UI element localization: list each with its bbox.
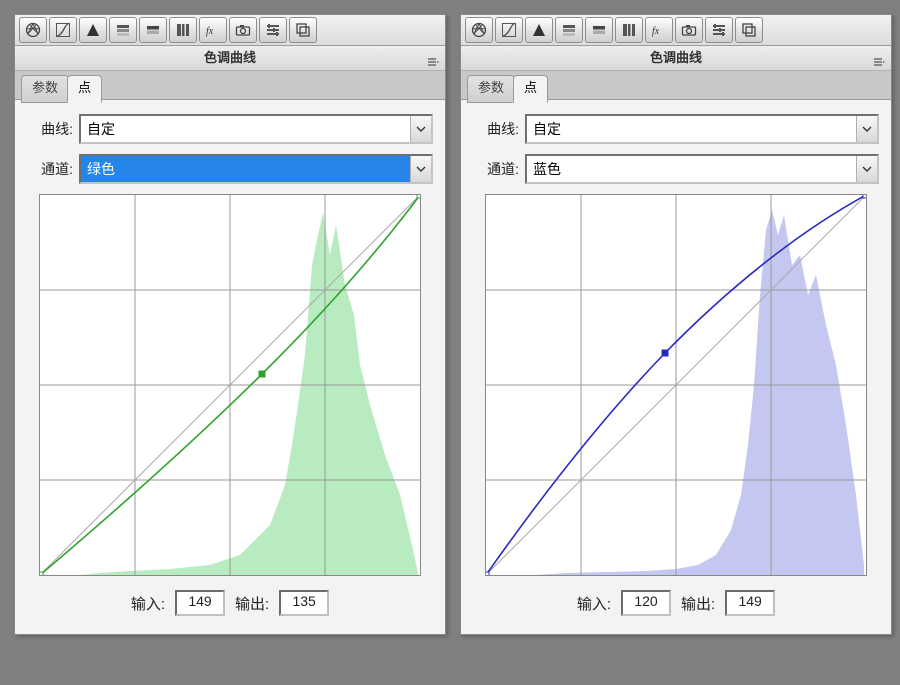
curve-dropdown[interactable]: 自定	[79, 114, 433, 144]
curve-dropdown-value: 自定	[533, 119, 561, 139]
output-label: 输出:	[235, 593, 269, 614]
channel-label: 通道:	[473, 159, 519, 179]
tab-bar: 参数 点	[15, 71, 445, 100]
chevron-down-icon	[856, 156, 877, 182]
split-tone-tool-icon[interactable]	[139, 17, 167, 43]
chevron-down-icon	[410, 116, 431, 142]
panel-title: 色调曲线	[15, 46, 445, 71]
curve-graph[interactable]	[39, 194, 421, 576]
panel-title-text: 色调曲线	[204, 50, 256, 65]
curve-dropdown-value: 自定	[87, 119, 115, 139]
tone-curve-panel-blue: fx 色调曲线 参数 点 曲线: 自定 通道: 蓝色	[460, 14, 892, 635]
curve-field-row: 曲线: 自定	[473, 114, 879, 144]
input-label: 输入:	[131, 593, 165, 614]
tone-curve-tool-icon[interactable]	[49, 17, 77, 43]
curve-dropdown[interactable]: 自定	[525, 114, 879, 144]
split-tone-tool-icon[interactable]	[585, 17, 613, 43]
output-value-box[interactable]: 149	[725, 590, 775, 616]
tab-point[interactable]: 点	[513, 75, 548, 103]
snapshots-tool-icon[interactable]	[289, 17, 317, 43]
panel-body: 曲线: 自定 通道: 绿色	[15, 100, 445, 634]
detail-tool-icon[interactable]	[525, 17, 553, 43]
icon-toolbar: fx	[461, 15, 891, 46]
fx-tool-icon[interactable]: fx	[199, 17, 227, 43]
input-label: 输入:	[577, 593, 611, 614]
io-row: 输入: 149 输出: 135	[27, 590, 433, 616]
panel-menu-icon[interactable]	[873, 52, 885, 64]
icon-toolbar: fx	[15, 15, 445, 46]
aperture-tool-icon[interactable]	[19, 17, 47, 43]
lens-tool-icon[interactable]	[615, 17, 643, 43]
input-value-box[interactable]: 120	[621, 590, 671, 616]
svg-text:fx: fx	[206, 26, 214, 37]
svg-text:fx: fx	[652, 26, 660, 37]
camera-cal-tool-icon[interactable]	[675, 17, 703, 43]
snapshots-tool-icon[interactable]	[735, 17, 763, 43]
channel-label: 通道:	[27, 159, 73, 179]
tone-curve-panel-green: fx 色调曲线 参数 点 曲线: 自定 通道: 绿色	[14, 14, 446, 635]
hsl-tool-icon[interactable]	[109, 17, 137, 43]
chevron-down-icon	[856, 116, 877, 142]
curve-graph[interactable]	[485, 194, 867, 576]
channel-field-row: 通道: 蓝色	[473, 154, 879, 184]
panel-body: 曲线: 自定 通道: 蓝色	[461, 100, 891, 634]
tab-parametric[interactable]: 参数	[21, 75, 69, 103]
channel-dropdown[interactable]: 绿色	[79, 154, 433, 184]
panel-title: 色调曲线	[461, 46, 891, 71]
detail-tool-icon[interactable]	[79, 17, 107, 43]
io-row: 输入: 120 输出: 149	[473, 590, 879, 616]
panel-title-text: 色调曲线	[650, 50, 702, 65]
input-value-box[interactable]: 149	[175, 590, 225, 616]
tab-point[interactable]: 点	[67, 75, 102, 103]
curve-chart-svg	[40, 195, 420, 575]
aperture-tool-icon[interactable]	[465, 17, 493, 43]
channel-dropdown-value: 蓝色	[533, 159, 561, 179]
tab-parametric[interactable]: 参数	[467, 75, 515, 103]
camera-cal-tool-icon[interactable]	[229, 17, 257, 43]
tone-curve-tool-icon[interactable]	[495, 17, 523, 43]
hsl-tool-icon[interactable]	[555, 17, 583, 43]
presets-tool-icon[interactable]	[705, 17, 733, 43]
curve-label: 曲线:	[473, 119, 519, 139]
channel-dropdown-value: 绿色	[87, 159, 115, 179]
curve-label: 曲线:	[27, 119, 73, 139]
channel-field-row: 通道: 绿色	[27, 154, 433, 184]
tab-bar: 参数 点	[461, 71, 891, 100]
curve-chart-svg	[486, 195, 866, 575]
channel-dropdown[interactable]: 蓝色	[525, 154, 879, 184]
presets-tool-icon[interactable]	[259, 17, 287, 43]
fx-tool-icon[interactable]: fx	[645, 17, 673, 43]
output-value-box[interactable]: 135	[279, 590, 329, 616]
chevron-down-icon	[410, 156, 431, 182]
curve-field-row: 曲线: 自定	[27, 114, 433, 144]
output-label: 输出:	[681, 593, 715, 614]
panel-menu-icon[interactable]	[427, 52, 439, 64]
lens-tool-icon[interactable]	[169, 17, 197, 43]
